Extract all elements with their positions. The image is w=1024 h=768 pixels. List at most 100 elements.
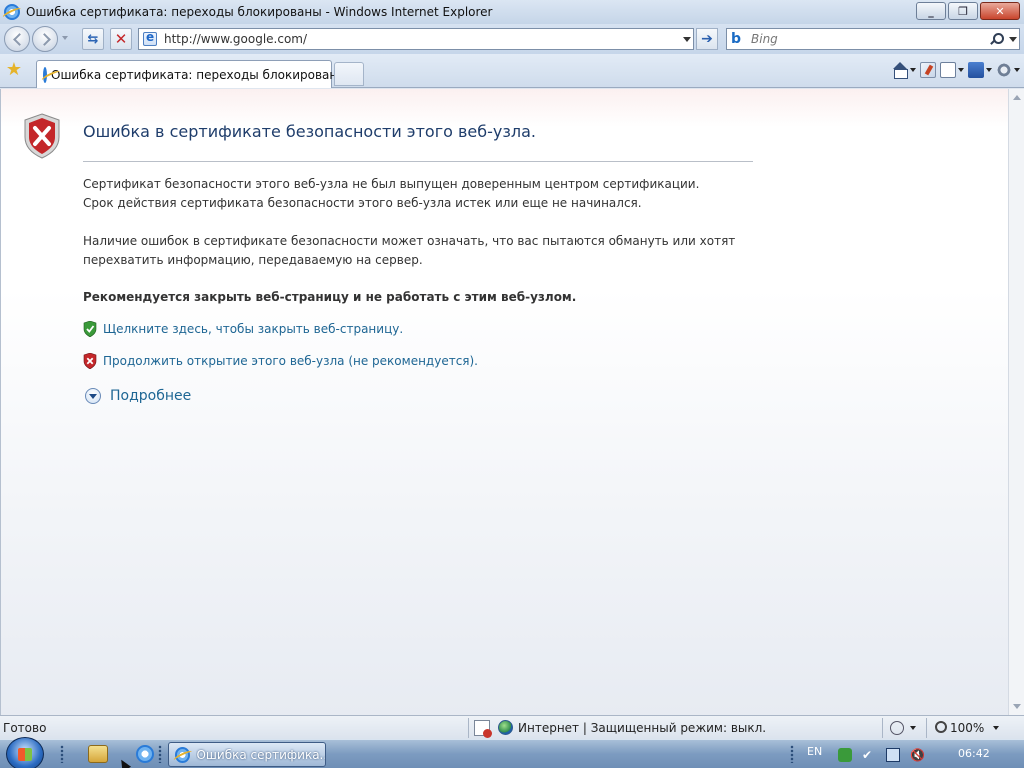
recent-pages-dropdown-icon[interactable] (62, 36, 68, 40)
page-content: Ошибка в сертификате безопасности этого … (0, 89, 1008, 715)
chevron-down-icon (683, 36, 691, 42)
search-box[interactable]: b Bing (726, 28, 1020, 50)
go-button[interactable]: ➔ (696, 28, 718, 50)
more-info-link[interactable]: Подробнее (110, 388, 191, 404)
windows-explorer-icon[interactable] (88, 745, 108, 763)
internet-explorer-icon (175, 746, 191, 763)
language-indicator[interactable]: EN (807, 745, 822, 758)
page-menu-button[interactable] (940, 60, 964, 80)
tools-menu-button[interactable] (996, 60, 1020, 80)
address-dropdown-button[interactable] (681, 29, 693, 49)
chevron-down-icon (89, 393, 97, 399)
network-icon[interactable] (886, 748, 900, 762)
expand-icon[interactable] (85, 388, 101, 404)
scroll-up-icon[interactable] (1013, 95, 1021, 100)
status-bar: Готово Интернет | Защищенный режим: выкл… (0, 715, 1024, 739)
safety-menu-button[interactable] (968, 60, 992, 80)
maximize-button[interactable]: ❐ (948, 2, 978, 20)
search-icon[interactable] (989, 32, 1004, 46)
zoom-level[interactable]: 100% (950, 721, 984, 735)
zoom-icon[interactable] (935, 721, 947, 733)
protected-mode-icon[interactable] (890, 721, 904, 735)
close-button[interactable]: ✕ (980, 2, 1020, 20)
tab-bar: ★ Ошибка сертификата: переходы блокирова… (0, 54, 1024, 88)
stop-button[interactable]: ✕ (110, 28, 132, 50)
flag-icon[interactable]: ✔ (862, 748, 876, 762)
taskbar-grip[interactable] (158, 745, 162, 763)
page-favicon-icon (143, 30, 157, 46)
status-text: Готово (3, 721, 47, 735)
continue-link[interactable]: Продолжить открытие этого веб-узла (не р… (103, 354, 478, 368)
refresh-icon: ⇆ (87, 31, 99, 47)
taskbar-window-button[interactable]: Ошибка сертифика... (168, 742, 326, 767)
chevron-down-icon (958, 68, 964, 72)
chevron-down-icon (986, 68, 992, 72)
tab-active[interactable]: Ошибка сертификата: переходы блокированы (36, 60, 347, 88)
internet-explorer-icon (4, 4, 20, 20)
security-center-icon[interactable] (838, 748, 852, 762)
explanation-line-1: Сертификат безопасности этого веб-узла н… (83, 177, 700, 191)
taskbar-grip[interactable] (790, 745, 794, 763)
address-input[interactable]: http://www.google.com/ (164, 32, 681, 46)
clock[interactable]: 06:42 (958, 747, 990, 760)
page-icon (940, 62, 956, 78)
recommendation-text: Рекомендуется закрыть веб-страницу и не … (83, 290, 577, 304)
internet-explorer-quicklaunch-icon[interactable] (136, 745, 154, 763)
forward-button[interactable] (32, 26, 58, 52)
security-zone-text[interactable]: Интернет | Защищенный режим: выкл. (518, 721, 766, 735)
stop-icon: ✕ (114, 29, 128, 48)
home-icon (892, 62, 908, 79)
blocked-content-icon[interactable] (474, 720, 492, 738)
search-input[interactable]: Bing (751, 32, 989, 46)
safe-shield-icon (83, 321, 97, 337)
new-tab-button[interactable] (334, 62, 364, 86)
back-button[interactable] (4, 26, 30, 52)
navigation-bar: ⇆ ✕ http://www.google.com/ ➔ b Bing (0, 24, 1024, 54)
feeds-button[interactable] (920, 60, 936, 80)
close-page-link[interactable]: Щелкните здесь, чтобы закрыть веб-страни… (103, 322, 403, 336)
safety-icon (968, 62, 984, 78)
taskbar-window-label: Ошибка сертифика... (196, 747, 325, 762)
address-bar[interactable]: http://www.google.com/ (138, 28, 694, 50)
danger-shield-icon (83, 353, 97, 369)
taskbar-grip[interactable] (60, 745, 64, 763)
home-button[interactable] (892, 60, 916, 80)
status-separator (882, 718, 883, 738)
internet-zone-icon (498, 720, 513, 735)
page-tab-icon (43, 66, 47, 83)
minimize-button[interactable]: _ (916, 2, 946, 20)
window-controls: _ ❐ ✕ (916, 2, 1020, 20)
tools-gear-icon (996, 62, 1012, 78)
status-separator (926, 718, 927, 738)
search-options-button[interactable] (1007, 36, 1019, 42)
divider (83, 161, 753, 162)
window-title: Ошибка сертификата: переходы блокированы… (26, 5, 493, 19)
warning-line-2: перехватить информацию, передаваемую на … (83, 253, 423, 267)
error-shield-icon (24, 113, 60, 159)
taskbar: Ошибка сертифика... EN ✔ 🔇 06:42 (0, 737, 1024, 768)
close-page-option[interactable]: Щелкните здесь, чтобы закрыть веб-страни… (83, 321, 403, 337)
chevron-down-icon (1009, 36, 1017, 42)
bing-icon: b (731, 31, 742, 47)
warning-line-1: Наличие ошибок в сертификате безопасност… (83, 234, 736, 248)
tab-label: Ошибка сертификата: переходы блокированы (51, 67, 347, 82)
page-title: Ошибка в сертификате безопасности этого … (83, 122, 536, 141)
explanation-line-2: Срок действия сертификата безопасности э… (83, 196, 642, 210)
warning-explanation: Наличие ошибок в сертификате безопасност… (83, 232, 763, 270)
feeds-icon (920, 62, 936, 78)
scroll-down-icon[interactable] (1013, 704, 1021, 709)
status-separator (468, 718, 469, 738)
command-bar (892, 60, 1020, 80)
zoom-dropdown-icon[interactable] (993, 726, 999, 730)
volume-muted-icon[interactable]: 🔇 (910, 748, 925, 762)
refresh-button[interactable]: ⇆ (82, 28, 104, 50)
chevron-down-icon[interactable] (910, 726, 916, 730)
more-info-toggle[interactable]: Подробнее (85, 388, 191, 404)
title-bar: Ошибка сертификата: переходы блокированы… (0, 0, 1024, 24)
continue-option[interactable]: Продолжить открытие этого веб-узла (не р… (83, 353, 478, 369)
start-button[interactable] (6, 737, 44, 768)
favorites-star-icon[interactable]: ★ (4, 60, 24, 80)
chevron-down-icon (1014, 68, 1020, 72)
vertical-scrollbar[interactable] (1008, 89, 1024, 715)
chevron-down-icon[interactable] (910, 68, 916, 72)
